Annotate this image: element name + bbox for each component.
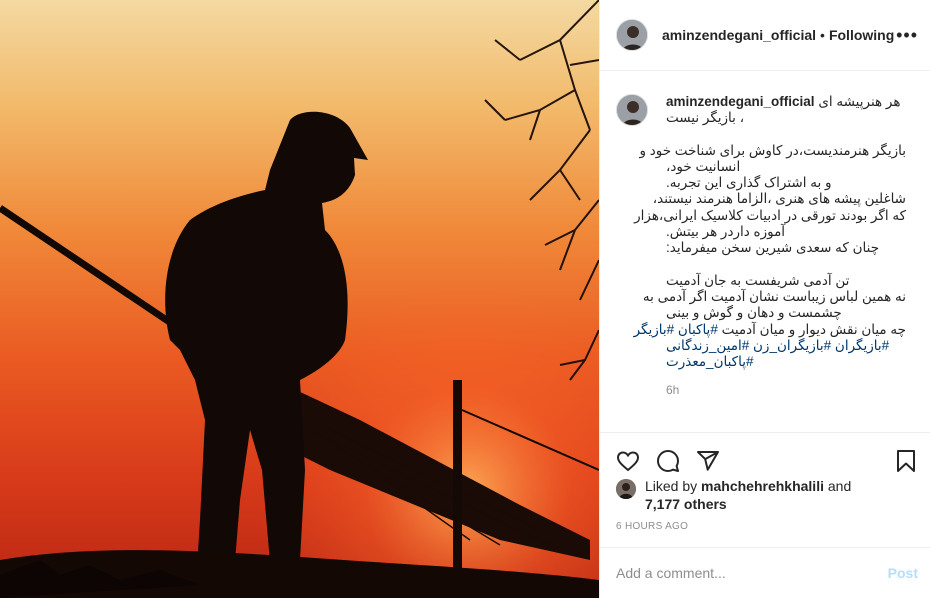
liked-by-username[interactable]: mahchehrehkhalili — [701, 478, 824, 494]
liker-avatar[interactable] — [616, 479, 636, 499]
instagram-post-view: aminzendegani_official • Following ••• a… — [0, 0, 930, 598]
share-icon[interactable] — [694, 447, 722, 475]
caption-line-3: بازیگر هنرمندیست،در کاوش برای شناخت خود … — [639, 142, 906, 158]
following-button[interactable]: Following — [829, 27, 894, 43]
caption-line-12: نه همین لباس زیباست نشان آدمیت اگر آدمی … — [642, 288, 906, 304]
hashtag-line-2[interactable]: #پاکبان_معذرت — [666, 354, 906, 370]
more-horizontal-icon[interactable]: ••• — [896, 25, 918, 46]
likes-and: and — [827, 478, 852, 494]
caption: aminzendegani_official هر هنرپیشه ای باز… — [616, 94, 914, 399]
action-bar — [600, 432, 930, 478]
author-avatar-image — [617, 20, 647, 50]
author-avatar[interactable] — [616, 19, 648, 51]
post-image[interactable] — [0, 0, 599, 598]
caption-time[interactable]: 6h — [666, 382, 906, 398]
likes-others[interactable]: 7,177 others — [645, 496, 727, 512]
hashtag-line-1[interactable]: #بازیگران #بازیگران_زن #امین_زندگانی — [666, 338, 906, 354]
caption-line-8: آموزه داردر هر بیتش. — [666, 224, 786, 240]
caption-gap-2 — [666, 257, 906, 273]
comment-icon[interactable] — [654, 447, 682, 475]
comment-input[interactable] — [616, 565, 888, 581]
caption-line-4: انسانیت خود، — [666, 158, 741, 174]
liker-avatar-image — [616, 479, 636, 499]
post-header: aminzendegani_official • Following ••• — [600, 0, 930, 71]
caption-gap — [666, 127, 906, 143]
caption-line-0: هر هنرپیشه ای — [818, 94, 901, 109]
caption-avatar-image — [617, 95, 647, 125]
caption-avatar[interactable] — [616, 94, 648, 126]
separator-dot: • — [820, 27, 825, 43]
likes-text: Liked by mahchehrehkhalili and 7,177 oth… — [645, 477, 851, 513]
post-image-silhouette — [0, 0, 599, 598]
hashtags-inline[interactable]: #پاکبان #بازیگر — [634, 322, 718, 337]
caption-line-1: بازیگر نیست ، — [666, 110, 745, 126]
caption-body: aminzendegani_official هر هنرپیشه ای باز… — [634, 94, 906, 399]
post-comment-button[interactable]: Post — [888, 565, 918, 581]
caption-line-11: تن آدمی شریفست به جان آدمیت — [666, 272, 850, 288]
comments-area[interactable]: aminzendegani_official هر هنرپیشه ای باز… — [600, 72, 930, 432]
likes-summary: Liked by mahchehrehkhalili and 7,177 oth… — [616, 477, 851, 513]
bookmark-icon[interactable] — [892, 447, 920, 475]
caption-line-13: چشمست و دهان و گوش و بینی — [666, 305, 842, 321]
heart-icon[interactable] — [614, 447, 642, 475]
caption-line-5: و به اشتراک گذاری این تجربه. — [666, 175, 832, 191]
caption-username[interactable]: aminzendegani_official — [666, 94, 815, 109]
caption-line-7: که اگر بودند تورقی در ادبیات کلاسیک ایرا… — [634, 207, 906, 223]
post-details-panel: aminzendegani_official • Following ••• a… — [599, 0, 930, 598]
caption-line-9: چنان که سعدی شیرین سخن میفرماید: — [666, 240, 880, 256]
likes-prefix: Liked by — [645, 478, 698, 494]
author-username[interactable]: aminzendegani_official — [662, 27, 816, 43]
caption-line-14: چه میان نقش دیوار و میان آدمیت — [721, 321, 906, 337]
caption-line-14-row: چه میان نقش دیوار و میان آدمیت #پاکبان #… — [634, 321, 906, 338]
caption-first-line: aminzendegani_official هر هنرپیشه ای — [666, 94, 906, 110]
add-comment-bar: Post — [600, 547, 930, 598]
caption-line-6: شاغلین پیشه های هنری ،الزاما هنرمند نیست… — [652, 191, 906, 207]
post-timestamp[interactable]: 6 HOURS AGO — [616, 521, 688, 532]
